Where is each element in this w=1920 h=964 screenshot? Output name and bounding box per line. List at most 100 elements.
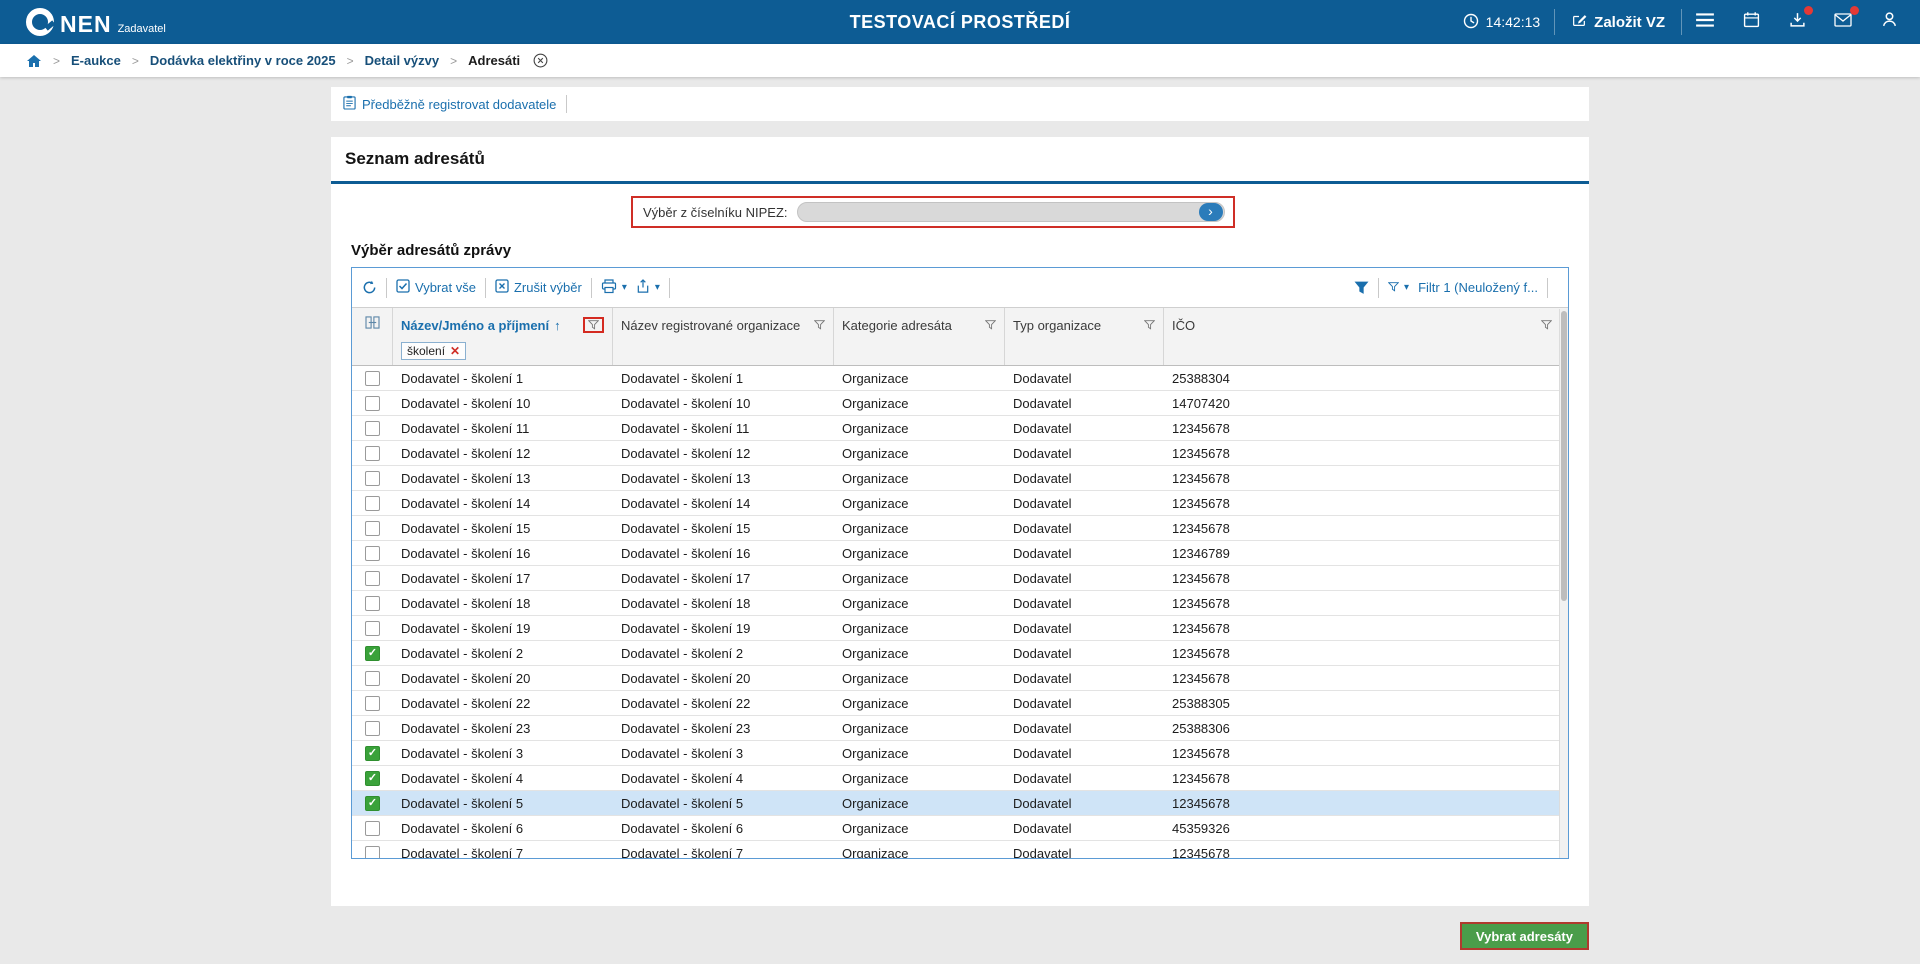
nen-logo[interactable]: NEN Zadavatel: [26, 8, 166, 36]
clear-selection-button[interactable]: Zrušit výběr: [495, 279, 582, 296]
table-row[interactable]: Dodavatel - školení 18 Dodavatel - škole…: [352, 591, 1568, 616]
table-row[interactable]: Dodavatel - školení 5 Dodavatel - školen…: [352, 791, 1568, 816]
refresh-icon[interactable]: [362, 280, 377, 295]
table-row[interactable]: Dodavatel - školení 19 Dodavatel - škole…: [352, 616, 1568, 641]
cell-category: Organizace: [834, 596, 1005, 611]
table-row[interactable]: Dodavatel - školení 7 Dodavatel - školen…: [352, 841, 1568, 858]
cell-organization: Dodavatel - školení 20: [613, 671, 834, 686]
row-checkbox[interactable]: [365, 471, 380, 486]
cell-organization: Dodavatel - školení 5: [613, 796, 834, 811]
table-row[interactable]: Dodavatel - školení 2 Dodavatel - školen…: [352, 641, 1568, 666]
column-settings-icon[interactable]: [365, 316, 380, 334]
table-row[interactable]: Dodavatel - školení 3 Dodavatel - školen…: [352, 741, 1568, 766]
select-all-button[interactable]: Vybrat vše: [396, 279, 476, 296]
create-vz-button[interactable]: Založit VZ: [1555, 12, 1681, 32]
row-checkbox[interactable]: [365, 646, 380, 661]
table-row[interactable]: Dodavatel - školení 11 Dodavatel - škole…: [352, 416, 1568, 441]
table-row[interactable]: Dodavatel - školení 12 Dodavatel - škole…: [352, 441, 1568, 466]
row-checkbox[interactable]: [365, 571, 380, 586]
register-supplier-link[interactable]: Předběžně registrovat dodavatele: [343, 95, 556, 113]
close-page-icon[interactable]: [533, 53, 548, 68]
row-checkbox[interactable]: [365, 796, 380, 811]
row-checkbox[interactable]: [365, 671, 380, 686]
filter-menu-button[interactable]: ▾: [1388, 280, 1409, 295]
column-header-ico[interactable]: IČO: [1164, 308, 1568, 365]
cell-org-type: Dodavatel: [1005, 621, 1164, 636]
topbar-actions: 14:42:13 Založit VZ: [1449, 0, 1912, 44]
row-checkbox[interactable]: [365, 746, 380, 761]
breadcrumb-e-aukce[interactable]: E-aukce: [71, 53, 121, 68]
column-header-category[interactable]: Kategorie adresáta: [834, 308, 1005, 365]
menu-button[interactable]: [1682, 0, 1728, 44]
session-timer: 14:42:13: [1449, 13, 1555, 32]
table-row[interactable]: Dodavatel - školení 17 Dodavatel - škole…: [352, 566, 1568, 591]
cell-org-type: Dodavatel: [1005, 521, 1164, 536]
scrollbar-thumb[interactable]: [1561, 311, 1567, 601]
calendar-button[interactable]: [1728, 0, 1774, 44]
table-row[interactable]: Dodavatel - školení 13 Dodavatel - škole…: [352, 466, 1568, 491]
select-addressees-button[interactable]: Vybrat adresáty: [1460, 922, 1589, 950]
row-checkbox[interactable]: [365, 696, 380, 711]
profile-button[interactable]: [1866, 0, 1912, 44]
row-checkbox[interactable]: [365, 821, 380, 836]
vertical-scrollbar[interactable]: [1559, 309, 1568, 858]
breadcrumb-dodavka-elektriny[interactable]: Dodávka elektřiny v roce 2025: [150, 53, 336, 68]
cell-category: Organizace: [834, 521, 1005, 536]
row-checkbox[interactable]: [365, 846, 380, 859]
calendar-icon: [1743, 11, 1760, 33]
table-row[interactable]: Dodavatel - školení 6 Dodavatel - školen…: [352, 816, 1568, 841]
row-checkbox[interactable]: [365, 546, 380, 561]
nipez-lookup-field[interactable]: ›: [797, 202, 1225, 222]
active-filter-label[interactable]: Filtr 1 (Neuložený f...: [1418, 280, 1538, 295]
clear-selection-label: Zrušit výběr: [514, 280, 582, 295]
row-checkbox[interactable]: [365, 396, 380, 411]
filter-icon[interactable]: [1354, 281, 1369, 295]
row-checkbox[interactable]: [365, 421, 380, 436]
cell-org-type: Dodavatel: [1005, 696, 1164, 711]
cell-category: Organizace: [834, 371, 1005, 386]
table-row[interactable]: Dodavatel - školení 16 Dodavatel - škole…: [352, 541, 1568, 566]
cell-organization: Dodavatel - školení 10: [613, 396, 834, 411]
breadcrumb-detail-vyzvy[interactable]: Detail výzvy: [365, 53, 439, 68]
table-row[interactable]: Dodavatel - školení 23 Dodavatel - škole…: [352, 716, 1568, 741]
funnel-icon[interactable]: [1144, 320, 1155, 330]
row-checkbox[interactable]: [365, 446, 380, 461]
row-checkbox[interactable]: [365, 496, 380, 511]
messages-button[interactable]: [1820, 0, 1866, 44]
breadcrumb: > E-aukce > Dodávka elektřiny v roce 202…: [0, 44, 1920, 77]
print-button[interactable]: ▾: [601, 279, 627, 297]
funnel-icon[interactable]: [814, 320, 825, 330]
table-row[interactable]: Dodavatel - školení 22 Dodavatel - škole…: [352, 691, 1568, 716]
nipez-open-icon[interactable]: ›: [1199, 203, 1223, 221]
row-checkbox[interactable]: [365, 721, 380, 736]
table-row[interactable]: Dodavatel - školení 20 Dodavatel - škole…: [352, 666, 1568, 691]
remove-filter-icon[interactable]: ✕: [450, 345, 460, 357]
table-row[interactable]: Dodavatel - školení 15 Dodavatel - škole…: [352, 516, 1568, 541]
downloads-button[interactable]: [1774, 0, 1820, 44]
row-checkbox[interactable]: [365, 621, 380, 636]
cell-organization: Dodavatel - školení 4: [613, 771, 834, 786]
table-row[interactable]: Dodavatel - školení 4 Dodavatel - školen…: [352, 766, 1568, 791]
row-checkbox[interactable]: [365, 596, 380, 611]
table-row[interactable]: Dodavatel - školení 1 Dodavatel - školen…: [352, 366, 1568, 391]
toolbar-separator: [669, 278, 670, 298]
export-button[interactable]: ▾: [636, 279, 660, 297]
home-icon[interactable]: [26, 54, 42, 68]
table-row[interactable]: Dodavatel - školení 14 Dodavatel - škole…: [352, 491, 1568, 516]
column-header-org-type[interactable]: Typ organizace: [1005, 308, 1164, 365]
funnel-icon[interactable]: [1541, 320, 1552, 330]
cell-category: Organizace: [834, 821, 1005, 836]
column-header-name[interactable]: Název/Jméno a příjmení ↑ školení ✕: [393, 308, 613, 365]
column-header-organization[interactable]: Název registrované organizace: [613, 308, 834, 365]
funnel-icon[interactable]: [588, 320, 599, 330]
cell-name: Dodavatel - školení 12: [393, 446, 613, 461]
chevron-down-icon: ▾: [655, 282, 660, 293]
cell-organization: Dodavatel - školení 18: [613, 596, 834, 611]
funnel-icon[interactable]: [985, 320, 996, 330]
row-checkbox[interactable]: [365, 521, 380, 536]
checkbox-checked-icon: [396, 279, 410, 296]
cell-org-type: Dodavatel: [1005, 571, 1164, 586]
row-checkbox[interactable]: [365, 371, 380, 386]
table-row[interactable]: Dodavatel - školení 10 Dodavatel - škole…: [352, 391, 1568, 416]
row-checkbox[interactable]: [365, 771, 380, 786]
